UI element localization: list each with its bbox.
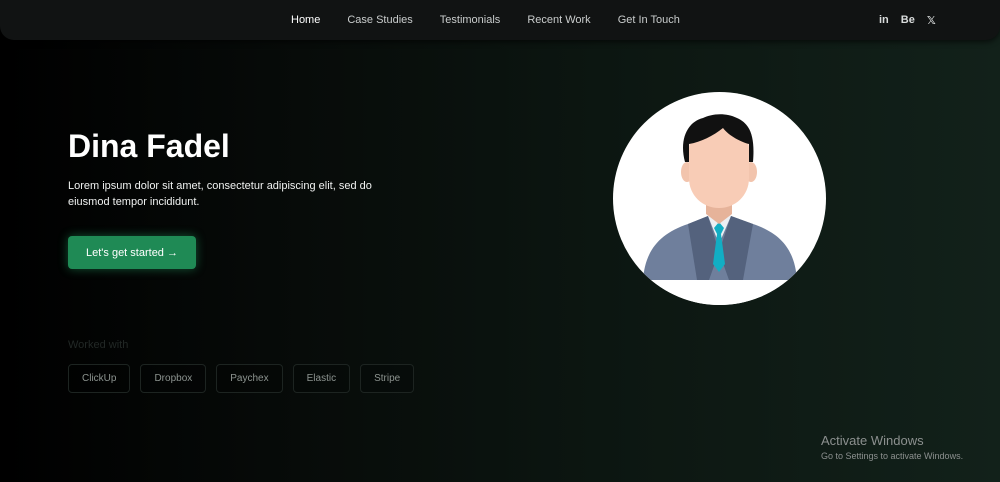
linkedin-icon[interactable]: in xyxy=(879,14,889,27)
avatar-illustration xyxy=(613,114,826,305)
behance-icon[interactable]: Be xyxy=(901,14,915,27)
avatar xyxy=(613,92,826,305)
brand-list: ClickUp Dropbox Paychex Elastic Stripe xyxy=(68,364,415,393)
nav-link-recent-work[interactable]: Recent Work xyxy=(527,14,590,26)
nav-link-get-in-touch[interactable]: Get In Touch xyxy=(618,14,680,26)
social-links: in Be 𝕏 xyxy=(879,14,936,27)
nav-link-testimonials[interactable]: Testimonials xyxy=(440,14,501,26)
get-started-button[interactable]: Let's get started → xyxy=(68,236,196,269)
nav-link-home[interactable]: Home xyxy=(291,14,320,26)
nav-link-case-studies[interactable]: Case Studies xyxy=(347,14,412,26)
brand-dropbox: Dropbox xyxy=(140,364,207,393)
worked-with-label: Worked with xyxy=(68,339,129,351)
hero-title: Dina Fadel xyxy=(68,128,230,164)
x-icon[interactable]: 𝕏 xyxy=(927,14,936,27)
brand-paychex: Paychex xyxy=(216,364,283,393)
top-nav: Home Case Studies Testimonials Recent Wo… xyxy=(0,0,1000,40)
nav-links: Home Case Studies Testimonials Recent Wo… xyxy=(291,14,680,26)
hero-description: Lorem ipsum dolor sit amet, consectetur … xyxy=(68,180,372,208)
brand-stripe: Stripe xyxy=(360,364,415,393)
watermark-title: Activate Windows xyxy=(821,433,924,448)
brand-elastic: Elastic xyxy=(292,364,351,393)
watermark-subtitle: Go to Settings to activate Windows. xyxy=(821,451,964,461)
windows-activation-watermark: Activate Windows Go to Settings to activ… xyxy=(821,433,963,461)
brand-clickup: ClickUp xyxy=(68,364,131,393)
